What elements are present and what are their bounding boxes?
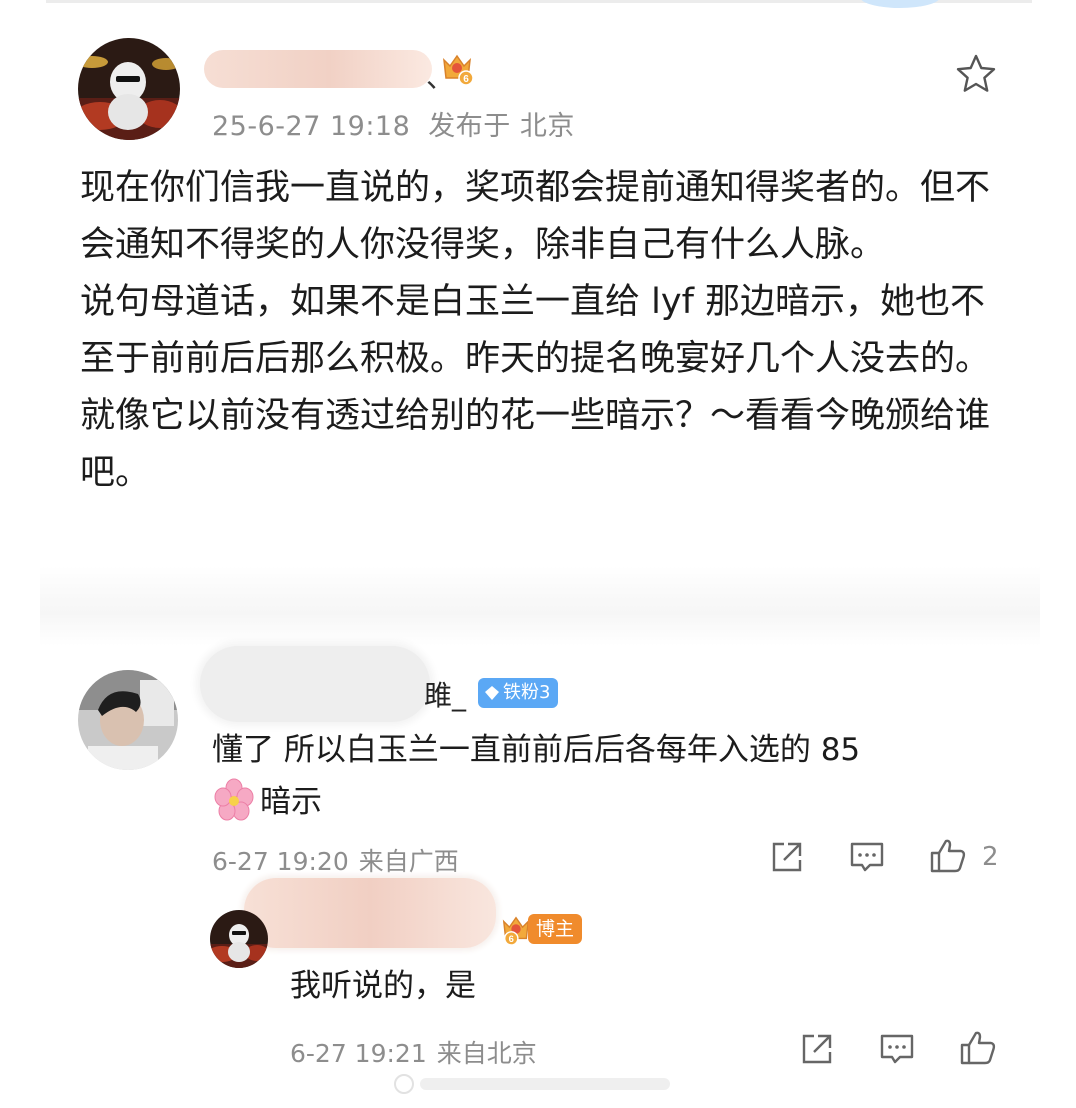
- comment-line: 懂了 所以白玉兰一直前前后后各每年入选的 85: [212, 732, 861, 768]
- reply-timestamp: 6-27 19:21: [290, 1039, 427, 1068]
- blogger-badge: 博主: [528, 914, 583, 944]
- comment-button[interactable]: [848, 838, 886, 876]
- reply-location: 来自北京: [436, 1039, 537, 1068]
- reply-body: 我听说的，是: [290, 968, 476, 1004]
- diamond-icon: [485, 686, 499, 700]
- comment-icon: [880, 1034, 914, 1064]
- comment-location: 来自广西: [358, 847, 459, 876]
- share-button[interactable]: [798, 1030, 836, 1068]
- comment-icon: [850, 842, 884, 872]
- comment-body: 懂了 所以白玉兰一直前前后后各每年入选的 85 暗示: [212, 724, 1012, 828]
- thumbs-up-icon: [930, 839, 966, 873]
- comment-meta: 6-27 19:20 来自广西: [212, 842, 459, 878]
- comment-button[interactable]: [878, 1030, 916, 1068]
- post-body: 现在你们信我一直说的，奖项都会提前通知得奖者的。但不会通知不得奖的人你没得奖，除…: [80, 160, 1010, 502]
- reply-author-name-redacted[interactable]: [244, 878, 496, 948]
- post-timestamp: 25-6-27 19:18: [212, 111, 411, 142]
- commenter-avatar[interactable]: [78, 670, 178, 770]
- top-partial-element: [860, 0, 940, 8]
- post-meta: 25-6-27 19:18 发布于 北京: [212, 104, 575, 143]
- like-button[interactable]: [958, 1028, 996, 1066]
- commenter-name-tail: 雎_: [424, 679, 467, 712]
- comment-timestamp: 6-27 19:20: [212, 847, 349, 876]
- author-name-redacted[interactable]: [204, 50, 432, 88]
- cherry-blossom-icon: [214, 778, 254, 821]
- reply-author-avatar[interactable]: [210, 910, 268, 968]
- commenter-name-redacted[interactable]: [200, 646, 430, 722]
- favorite-star-button[interactable]: [954, 52, 998, 96]
- like-count: 2: [982, 842, 999, 872]
- comment-line-2: 暗示: [212, 776, 1012, 828]
- post-paragraph: 说句母道话，如果不是白玉兰一直给 lyf 那边暗示，她也不至于前前后后那么积极。…: [80, 282, 991, 493]
- reply-meta: 6-27 19:21 来自北京: [290, 1034, 537, 1070]
- section-divider: [40, 566, 1040, 646]
- svg-text:6: 6: [509, 933, 514, 944]
- comment-line-text: 暗示: [260, 784, 322, 820]
- fan-badge-label: 铁粉3: [503, 682, 551, 703]
- post-location: 发布于 北京: [428, 111, 575, 142]
- like-button[interactable]: [928, 836, 966, 874]
- share-icon: [772, 842, 802, 872]
- share-button[interactable]: [768, 838, 806, 876]
- crown-level-icon: 6: [440, 50, 474, 86]
- fan-level-badge: 铁粉3: [478, 678, 559, 708]
- post-paragraph: 现在你们信我一直说的，奖项都会提前通知得奖者的。但不会通知不得奖的人你没得奖，除…: [80, 168, 991, 265]
- share-icon: [802, 1034, 832, 1064]
- star-icon: [956, 54, 996, 92]
- watermark: [392, 1072, 682, 1096]
- svg-text:6: 6: [463, 74, 469, 85]
- author-avatar[interactable]: [78, 38, 180, 140]
- thumbs-up-icon: [960, 1031, 996, 1065]
